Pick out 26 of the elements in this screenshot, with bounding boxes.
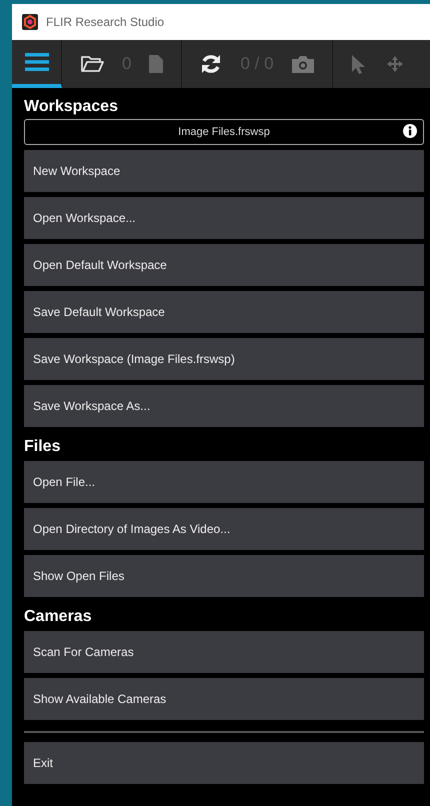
exit-menu-item[interactable]: Exit (24, 742, 424, 784)
window-title: FLIR Research Studio (46, 15, 164, 29)
folder-icon[interactable] (80, 54, 104, 74)
menu-item[interactable]: Save Workspace As... (24, 385, 424, 427)
section-heading: Workspaces (24, 97, 119, 116)
menu-item[interactable]: Open Default Workspace (24, 244, 424, 286)
section-heading: Cameras (24, 607, 93, 626)
menu-item[interactable]: Save Workspace (Image Files.frswsp) (24, 338, 424, 380)
refresh-icon[interactable] (200, 53, 222, 75)
section-heading: Files (24, 437, 62, 456)
menu-item[interactable]: Scan For Cameras (24, 631, 424, 673)
menu-icon (24, 52, 48, 72)
info-icon[interactable] (403, 124, 417, 138)
menu-item[interactable]: Show Open Files (24, 555, 424, 597)
menu-item[interactable]: Save Default Workspace (24, 291, 424, 333)
document-icon (149, 55, 164, 73)
app-logo-icon (22, 14, 38, 30)
menu-item[interactable]: Open Directory of Images As Video... (24, 508, 424, 550)
workspace-field[interactable]: Image Files.frswsp (24, 119, 424, 145)
menu-item[interactable]: New Workspace (24, 150, 424, 192)
menu-item[interactable]: Open File... (24, 461, 424, 503)
pointer-icon[interactable] (350, 54, 365, 74)
menu-tab[interactable] (12, 40, 62, 88)
menu-item[interactable]: Open Workspace... (24, 197, 424, 239)
menu-item[interactable]: Show Available Cameras (24, 678, 424, 720)
camera-icon (292, 55, 314, 73)
